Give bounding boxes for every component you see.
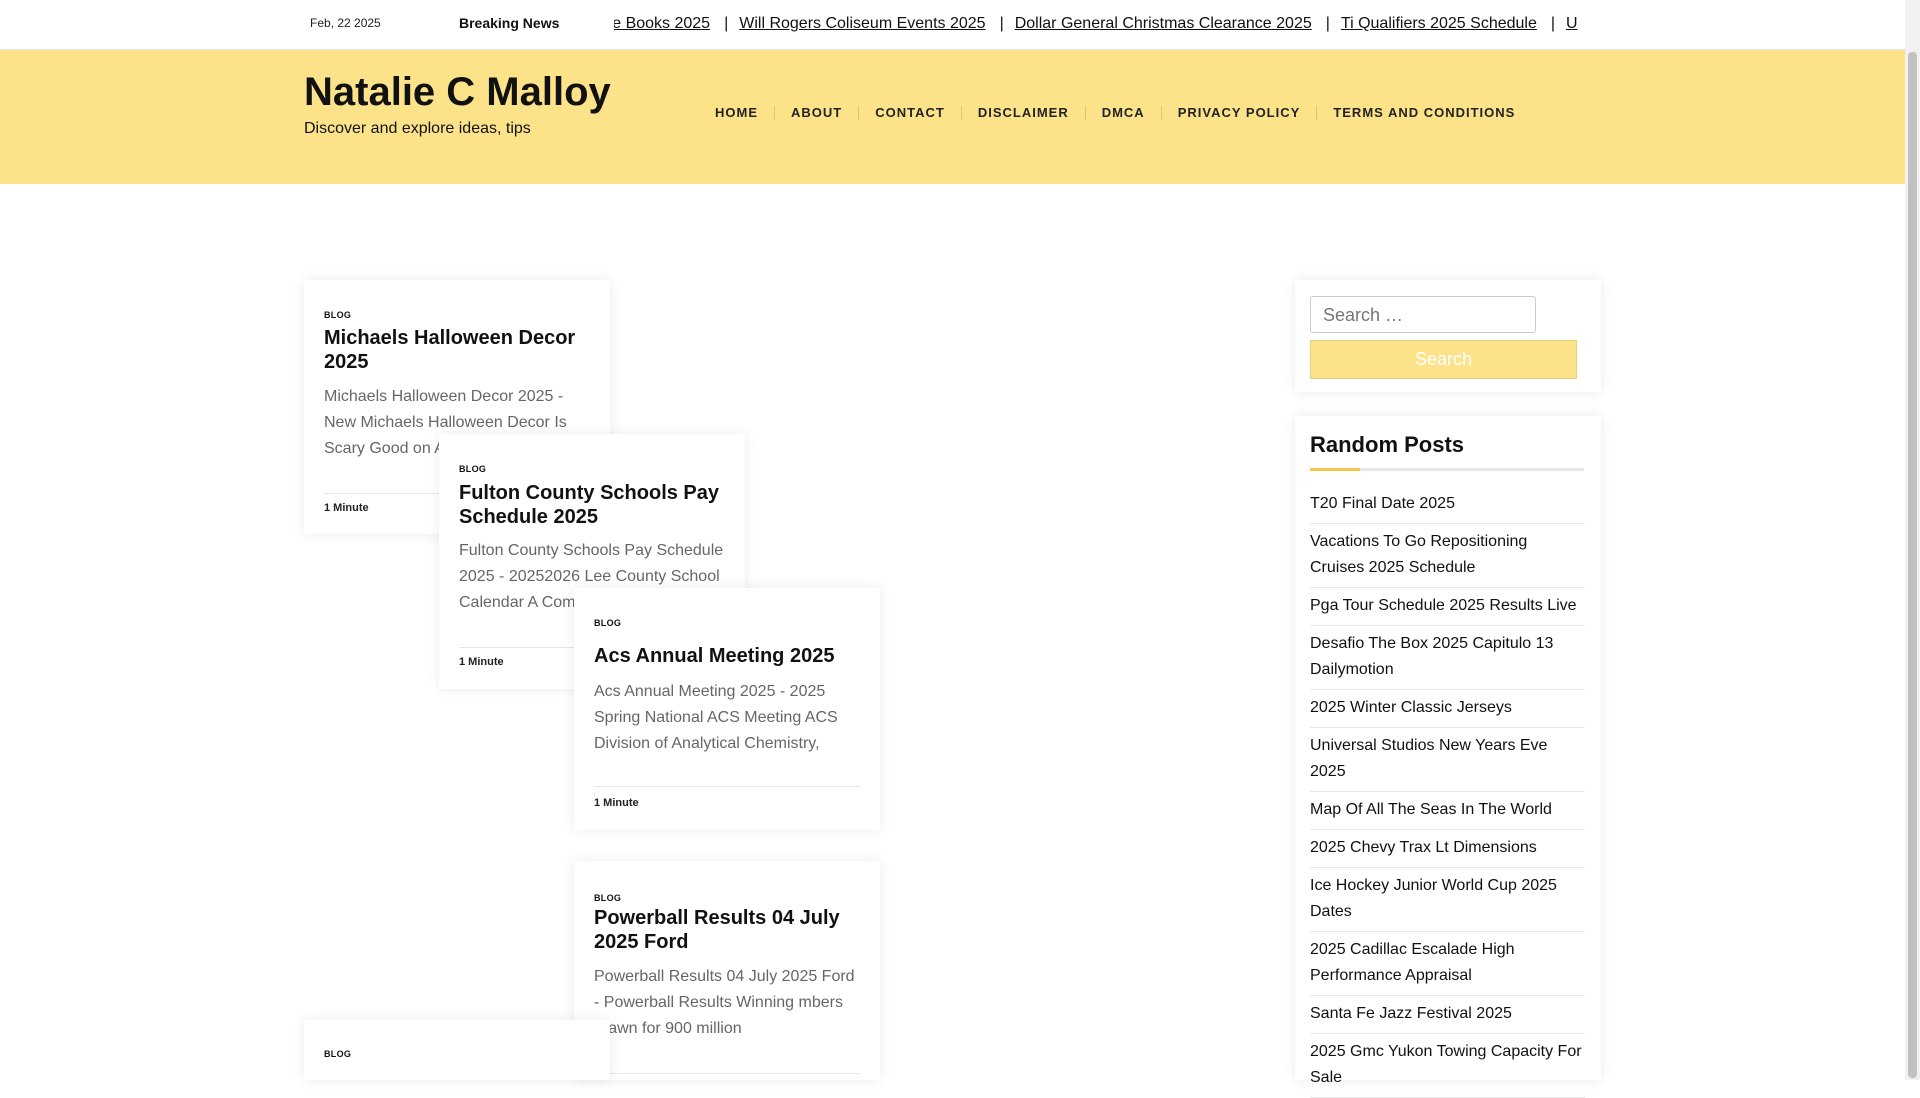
random-post-link[interactable]: Ice Hockey Junior World Cup 2025 Dates bbox=[1310, 868, 1585, 932]
read-time: 1 Minute bbox=[594, 797, 639, 809]
ticker-link[interactable]: Will Rogers Coliseum Events 2025 bbox=[739, 15, 985, 32]
ticker-separator: | bbox=[999, 15, 1004, 32]
random-post-link[interactable]: Pga Tour Schedule 2025 Results Live bbox=[1310, 588, 1585, 626]
ticker-separator: | bbox=[1550, 15, 1556, 32]
breaking-news-label: Breaking News bbox=[459, 15, 560, 31]
random-post-link[interactable]: T20 Final Date 2025 bbox=[1310, 486, 1585, 524]
page-scrollbar[interactable] bbox=[1905, 0, 1920, 1080]
search-input[interactable]: Search … bbox=[1310, 296, 1536, 333]
random-post-link[interactable]: 2025 Winter Classic Jerseys bbox=[1310, 690, 1585, 728]
random-post-link[interactable]: Map Of All The Seas In The World bbox=[1310, 792, 1585, 830]
underline-accent bbox=[1310, 468, 1360, 471]
post-category[interactable]: BLOG bbox=[459, 464, 486, 474]
random-post-link[interactable]: Vacations To Go Repositioning Cruises 20… bbox=[1310, 524, 1585, 588]
card-divider bbox=[594, 1073, 860, 1074]
post-category[interactable]: BLOG bbox=[594, 618, 621, 628]
random-post-link[interactable]: Desafio The Box 2025 Capitulo 13 Dailymo… bbox=[1310, 626, 1585, 690]
nav-home[interactable]: HOME bbox=[699, 106, 775, 120]
post-card: BLOG bbox=[304, 1020, 610, 1080]
post-card: BLOG Acs Annual Meeting 2025 Acs Annual … bbox=[574, 588, 880, 830]
post-excerpt: Acs Annual Meeting 2025 - 2025 Spring Na… bbox=[594, 683, 838, 752]
post-category[interactable]: BLOG bbox=[594, 893, 621, 903]
nav-contact[interactable]: CONTACT bbox=[859, 106, 962, 120]
nav-terms[interactable]: TERMS AND CONDITIONS bbox=[1317, 106, 1531, 120]
random-posts-list: T20 Final Date 2025 Vacations To Go Repo… bbox=[1310, 486, 1585, 1098]
random-post-link[interactable]: 2025 Gmc Yukon Towing Capacity For Sale bbox=[1310, 1034, 1585, 1098]
widget-title: Random Posts bbox=[1310, 432, 1465, 457]
post-excerpt: Powerball Results 04 July 2025 Ford - Po… bbox=[594, 968, 855, 1037]
random-post-link[interactable]: Santa Fe Jazz Festival 2025 bbox=[1310, 996, 1585, 1034]
post-category[interactable]: BLOG bbox=[324, 310, 351, 320]
ticker-link[interactable]: Dollar General Christmas Clearance 2025 bbox=[1015, 15, 1312, 32]
news-ticker: vorite Books 2025 | Will Rogers Coliseum E… bbox=[614, 0, 1602, 49]
post-card: BLOG Powerball Results 04 July 2025 Ford… bbox=[574, 861, 880, 1080]
ticker-track: vorite Books 2025 | Will Rogers Coliseum E… bbox=[614, 15, 1578, 33]
ticker-link[interactable]: vorite Books 2025 bbox=[614, 15, 710, 32]
random-post-link[interactable]: 2025 Cadillac Escalade High Performance … bbox=[1310, 932, 1585, 996]
random-post-link[interactable]: 2025 Chevy Trax Lt Dimensions bbox=[1310, 830, 1585, 868]
random-post-link[interactable]: Universal Studios New Years Eve 2025 bbox=[1310, 728, 1585, 792]
top-bar: Feb, 22 2025 Breaking News vorite Books … bbox=[0, 0, 1905, 50]
search-button[interactable]: Search bbox=[1310, 340, 1577, 379]
search-widget: Search … Search bbox=[1295, 280, 1601, 392]
read-time: 1 Minute bbox=[459, 656, 504, 668]
scrollbar-thumb[interactable] bbox=[1908, 52, 1917, 1078]
nav-disclaimer[interactable]: DISCLAIMER bbox=[962, 106, 1086, 120]
post-title[interactable]: Acs Annual Meeting 2025 bbox=[594, 644, 864, 668]
read-time: 1 Minute bbox=[324, 502, 369, 514]
nav-dmca[interactable]: DMCA bbox=[1086, 106, 1162, 120]
card-divider bbox=[594, 786, 860, 787]
site-header: Natalie C Malloy Discover and explore id… bbox=[0, 50, 1905, 184]
site-tagline: Discover and explore ideas, tips bbox=[304, 120, 531, 137]
ticker-separator: | bbox=[724, 15, 729, 32]
post-title[interactable]: Powerball Results 04 July 2025 Ford bbox=[594, 906, 864, 954]
main-nav: HOME ABOUT CONTACT DISCLAIMER DMCA PRIVA… bbox=[699, 106, 1531, 120]
random-posts-widget: Random Posts T20 Final Date 2025 Vacatio… bbox=[1295, 416, 1601, 1098]
current-date: Feb, 22 2025 bbox=[310, 16, 381, 30]
site-title[interactable]: Natalie C Malloy bbox=[304, 70, 611, 115]
nav-about[interactable]: ABOUT bbox=[775, 106, 860, 120]
post-category[interactable]: BLOG bbox=[324, 1049, 351, 1059]
ticker-separator: | bbox=[1325, 15, 1330, 32]
ticker-link[interactable]: Ti Qualifiers 2025 Schedule bbox=[1341, 15, 1537, 32]
post-title[interactable]: Fulton County Schools Pay Schedule 2025 bbox=[459, 481, 729, 529]
widget-title-underline bbox=[1310, 468, 1584, 471]
nav-privacy-policy[interactable]: PRIVACY POLICY bbox=[1162, 106, 1318, 120]
post-title[interactable]: Michaels Halloween Decor 2025 bbox=[324, 326, 594, 374]
ticker-link[interactable]: U bbox=[1566, 15, 1578, 32]
